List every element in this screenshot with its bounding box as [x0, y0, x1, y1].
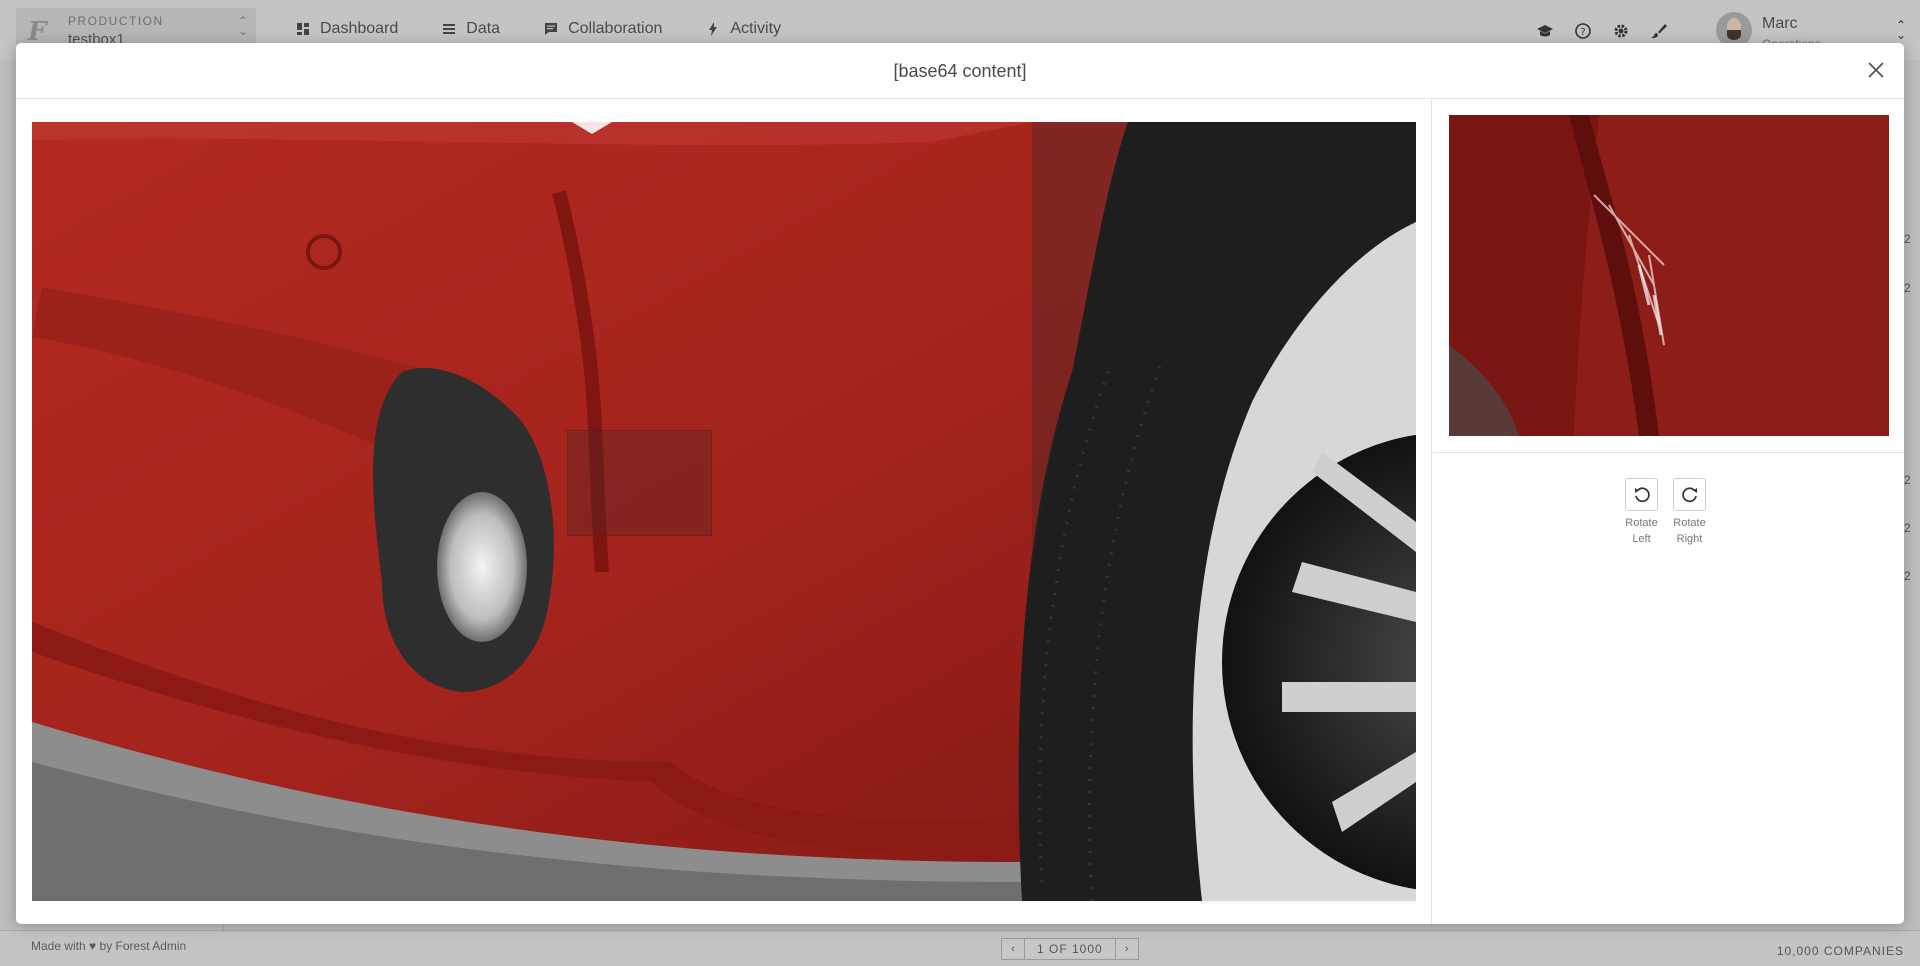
close-icon[interactable] — [1864, 58, 1888, 82]
side-panel: Rotate Left Rotate Right — [1433, 100, 1904, 924]
table-cell-peek: 2 — [1904, 232, 1911, 246]
zoom-lens[interactable] — [567, 430, 712, 536]
car-photo — [32, 122, 1416, 901]
chevron-up-down-icon: ⌃ ⌄ — [1895, 18, 1906, 42]
nav-item-data[interactable]: Data — [442, 20, 500, 38]
user-name: Marc — [1762, 15, 1798, 32]
brush-icon[interactable] — [1650, 22, 1668, 40]
car-damage-image[interactable] — [32, 122, 1416, 901]
made-with-suffix: by Forest Admin — [99, 939, 187, 953]
made-with-prefix: Made with — [31, 939, 86, 953]
previous-page-button[interactable]: ‹ — [1001, 938, 1025, 960]
nav-item-dashboard[interactable]: Dashboard — [296, 20, 398, 38]
made-with-credit: Made with ♥ by Forest Admin — [31, 939, 186, 953]
rotate-left-button[interactable]: Rotate Left — [1625, 478, 1658, 547]
footer — [0, 930, 1920, 966]
table-cell-peek: 2 — [1904, 281, 1911, 295]
record-count: 10,000 COMPANIES — [1776, 944, 1904, 958]
nav-label: Dashboard — [320, 20, 399, 37]
chevron-up-down-icon: ⌃ ⌄ — [237, 14, 248, 38]
header-tools: ? — [1536, 22, 1668, 40]
pagination-label: 1 OF 1000 — [1025, 938, 1115, 960]
nav-item-collaboration[interactable]: Collaboration — [544, 20, 662, 38]
rotate-right-button[interactable]: Rotate Right — [1673, 478, 1706, 547]
zoom-preview-image — [1449, 115, 1889, 436]
rotate-right-box — [1673, 478, 1706, 511]
image-pane — [16, 100, 1432, 924]
bolt-icon — [709, 22, 718, 36]
nav-label: Activity — [730, 20, 782, 37]
rotate-right-icon — [1681, 486, 1697, 502]
heart-icon: ♥ — [89, 939, 97, 953]
rotate-left-label: Rotate Left — [1625, 517, 1658, 545]
chat-icon — [545, 23, 558, 35]
dashboard-icon — [297, 23, 309, 35]
help-icon[interactable]: ? — [1574, 22, 1592, 40]
table-cell-peek: 2 — [1904, 521, 1911, 535]
rotate-left-icon — [1634, 486, 1650, 502]
zoomed-scratch — [1449, 115, 1889, 436]
pagination: ‹ 1 OF 1000 › — [1001, 938, 1139, 960]
modal-header: [base64 content] — [16, 43, 1904, 99]
graduation-cap-icon[interactable] — [1536, 22, 1554, 40]
next-page-button[interactable]: › — [1114, 938, 1139, 960]
nav-label: Collaboration — [568, 20, 663, 37]
environment-label: PRODUCTION — [68, 14, 164, 28]
main-nav: Dashboard Data Collaboration Activity — [296, 20, 781, 38]
table-cell-peek: 2 — [1904, 569, 1911, 583]
rotate-right-label: Rotate Right — [1673, 517, 1706, 545]
panel-divider — [1433, 452, 1904, 453]
rotate-controls: Rotate Left Rotate Right — [1625, 478, 1706, 547]
table-cell-peek: 2 — [1904, 473, 1911, 487]
chevron-right-icon: › — [1124, 943, 1129, 955]
rotate-left-box — [1625, 478, 1658, 511]
modal-title: [base64 content] — [893, 61, 1027, 81]
svg-text:?: ? — [1580, 27, 1585, 38]
image-viewer-modal: [base64 content] Rotate Left Rotate Righ… — [16, 43, 1904, 924]
chevron-left-icon: ‹ — [1011, 943, 1015, 955]
nav-item-activity[interactable]: Activity — [706, 20, 781, 38]
list-icon — [443, 24, 456, 34]
nav-label: Data — [466, 20, 501, 37]
gear-icon[interactable] — [1612, 22, 1630, 40]
